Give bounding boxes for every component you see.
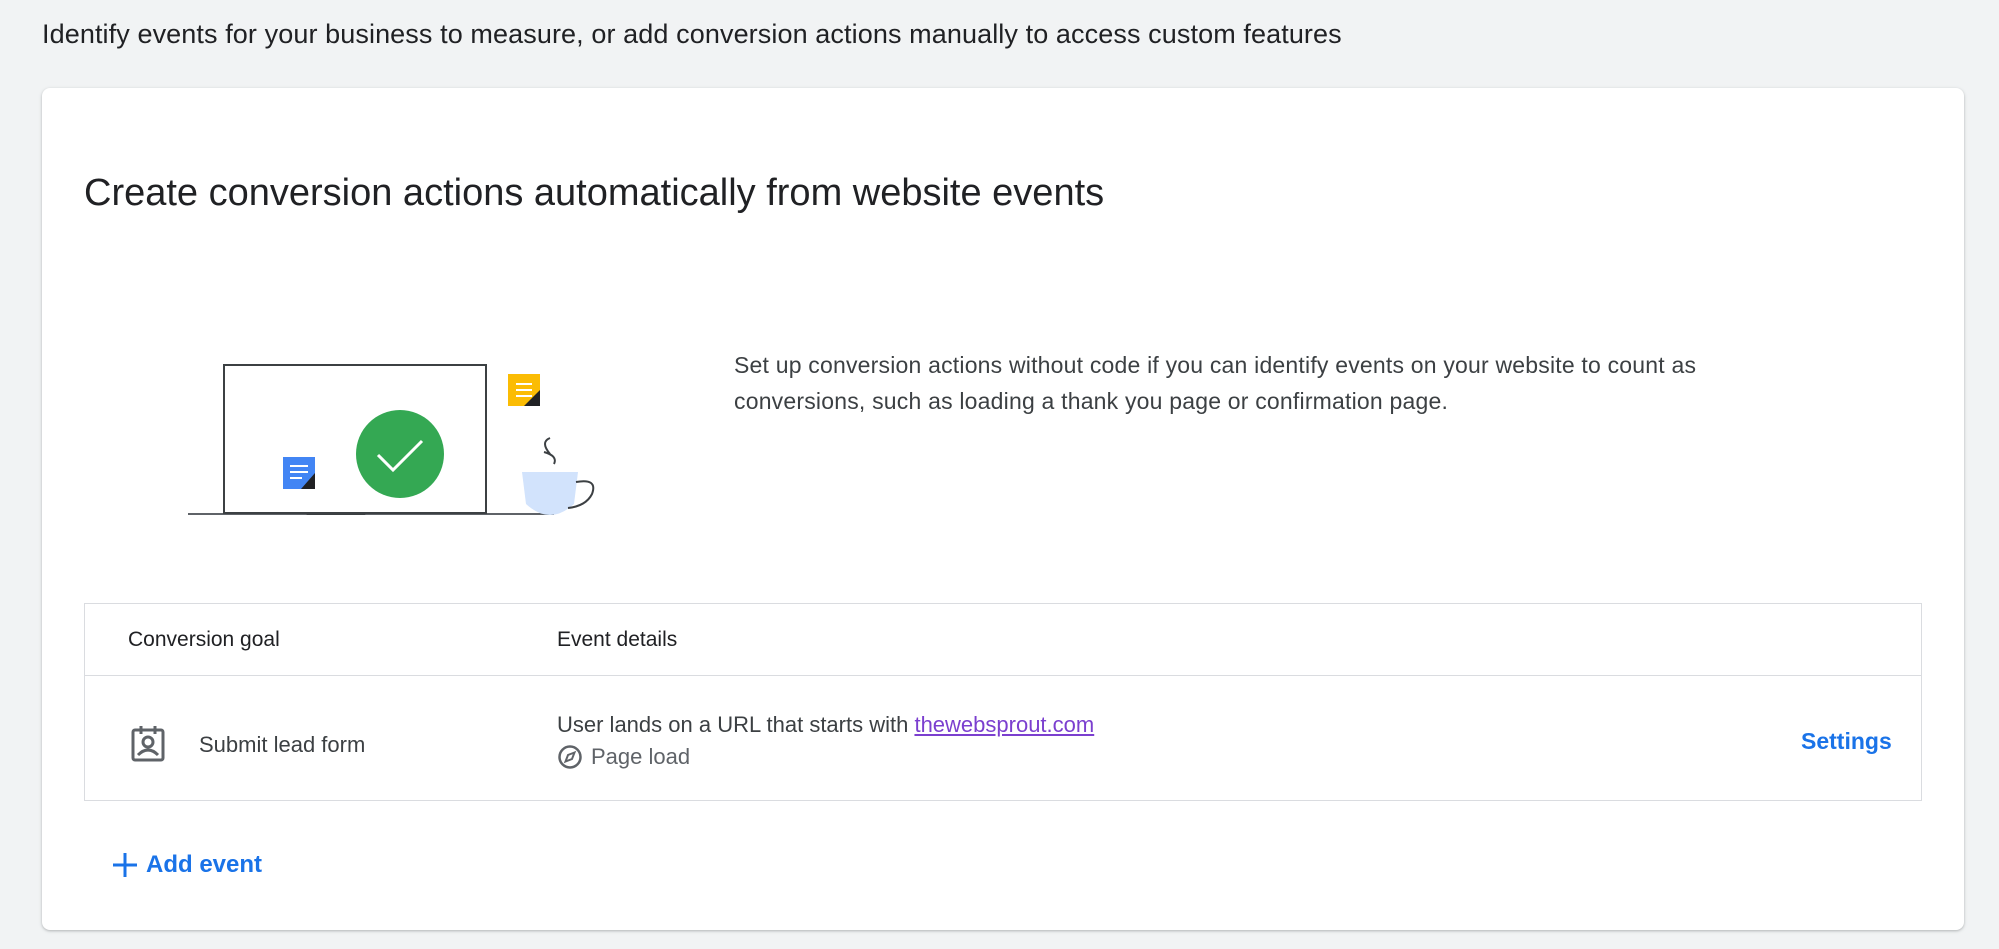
event-description-text: User lands on a URL that starts with bbox=[557, 712, 915, 737]
event-type-label: Page load bbox=[591, 744, 691, 769]
add-event-button[interactable]: Add event bbox=[110, 850, 262, 880]
event-description: User lands on a URL that starts with the… bbox=[557, 712, 1094, 738]
column-header-event-details: Event details bbox=[557, 628, 678, 651]
card-title: Create conversion actions automatically … bbox=[84, 172, 1105, 214]
contact-form-icon bbox=[131, 726, 165, 762]
conversion-goal-label: Submit lead form bbox=[199, 732, 366, 757]
event-type: Page load bbox=[557, 744, 690, 770]
intro-description: Set up conversion actions without code i… bbox=[734, 352, 1697, 414]
column-header-conversion-goal: Conversion goal bbox=[128, 628, 280, 651]
add-event-label: Add event bbox=[146, 851, 263, 878]
table-row: Submit lead form User lands on a URL tha… bbox=[85, 676, 1921, 800]
event-url-link[interactable]: thewebsprout.com bbox=[914, 712, 1094, 737]
conversion-card: Create conversion actions automatically … bbox=[42, 88, 1964, 930]
events-table: Conversion goal Event details Submit lea… bbox=[84, 603, 1922, 801]
monitor-illustration bbox=[188, 364, 595, 515]
table-header: Conversion goal Event details bbox=[85, 604, 1921, 676]
settings-button[interactable]: Settings bbox=[1801, 728, 1892, 755]
plus-icon bbox=[113, 853, 137, 877]
compass-icon bbox=[558, 745, 582, 769]
page-subtitle: Identify events for your business to mea… bbox=[42, 19, 1342, 49]
